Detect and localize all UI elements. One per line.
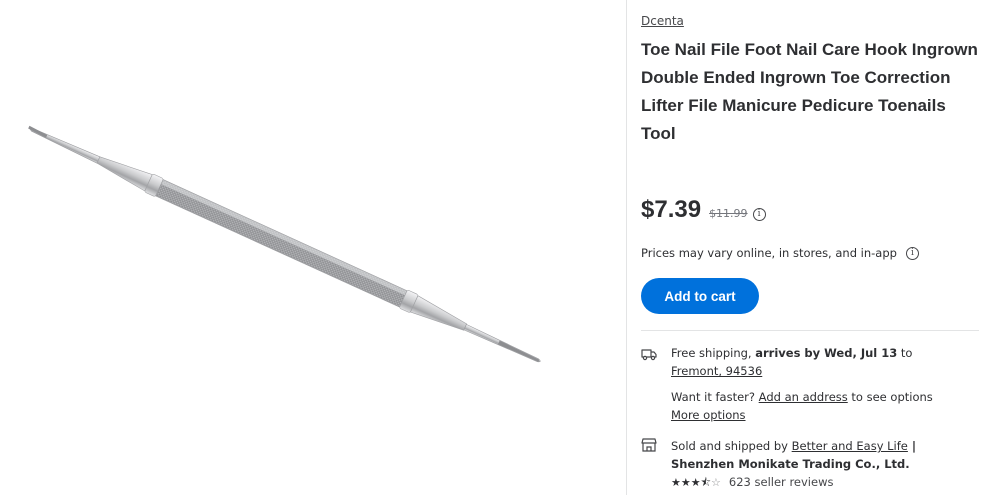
sold-by-text: Sold and shipped by — [671, 439, 792, 453]
price-vary-note: Prices may vary online, in stores, and i… — [641, 246, 919, 260]
seller-reviews: 623 seller reviews — [728, 475, 834, 489]
truck-icon — [641, 349, 657, 361]
shipping-details: Free shipping, arrives by Wed, Jul 13 to… — [671, 344, 981, 380]
free-shipping-text: Free shipping, — [671, 346, 756, 360]
price-row: $7.39 $11.99 i — [641, 196, 766, 224]
see-options-text: to see options — [847, 390, 933, 404]
price-info-icon[interactable]: i — [752, 208, 766, 221]
star-icon: ★ — [671, 475, 681, 489]
product-title: Toe Nail File Foot Nail Care Hook Ingrow… — [641, 40, 978, 143]
price-vary-text: Prices may vary online, in stores, and i… — [641, 246, 897, 260]
star-icon: ★ — [690, 475, 701, 489]
current-price: $7.39 — [641, 196, 702, 223]
empty-star-icon: ☆ — [711, 475, 721, 489]
add-to-cart-button[interactable]: Add to cart — [641, 278, 759, 314]
store-icon — [641, 438, 657, 452]
more-options-link[interactable]: More options — [671, 408, 746, 422]
vary-info-icon[interactable]: i — [905, 246, 919, 260]
faster-options: Want it faster? Add an address to see op… — [671, 388, 981, 424]
seller-info: Sold and shipped by Better and Easy Life… — [671, 437, 981, 491]
seller-rating[interactable]: ★ ★ ★ ⯪ ☆ 623 seller reviews — [671, 473, 981, 491]
seller-link[interactable]: Better and Easy Life — [792, 439, 908, 453]
pane-divider — [626, 0, 627, 495]
star-rating: ★ ★ ★ ⯪ ☆ — [671, 477, 721, 488]
add-address-link[interactable]: Add an address — [759, 390, 848, 404]
nail-file-tool-image — [28, 125, 541, 363]
arrival-date: arrives by Wed, Jul 13 — [755, 346, 898, 360]
star-icon: ★ — [680, 475, 691, 489]
section-divider — [641, 330, 979, 331]
half-star-icon: ⯪ — [700, 475, 712, 489]
to-text: to — [897, 346, 913, 360]
location-link[interactable]: Fremont, 94536 — [671, 364, 762, 378]
brand-link[interactable]: Dcenta — [641, 14, 684, 28]
want-faster-text: Want it faster? — [671, 390, 759, 404]
was-price: $11.99 — [709, 207, 748, 220]
product-image-pane — [0, 0, 626, 495]
